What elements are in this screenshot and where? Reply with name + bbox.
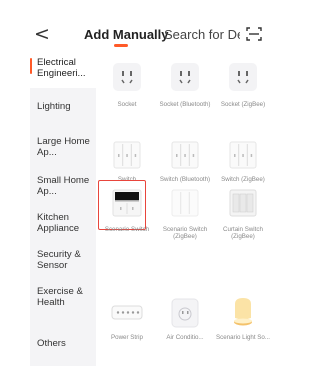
air-conditioner-plug-icon	[171, 298, 199, 328]
wall-switch-icon	[113, 141, 141, 169]
sidebar-item-electrical-engineering[interactable]: Electrical Engineeri...	[30, 57, 96, 79]
tab-add-manually[interactable]: Add Manually	[84, 27, 169, 42]
grid-item-label: Air Conditio...	[166, 334, 204, 341]
grid-item-label: Scenario Light So...	[216, 334, 271, 341]
scenario-switch-icon	[171, 189, 199, 217]
socket-plug-icon	[171, 63, 199, 91]
sidebar-item-small-home-appliances[interactable]: Small Home Ap...	[30, 175, 96, 197]
sidebar-item-security-sensor[interactable]: Security & Sensor	[30, 249, 96, 271]
grid-item-label: Power Strip	[111, 334, 143, 341]
socket-plug-icon	[113, 63, 141, 91]
grid-item-label: Scenario Switch	[104, 226, 150, 233]
sidebar-item-large-home-appliances[interactable]: Large Home Ap...	[30, 136, 96, 158]
scenario-switch-icon	[112, 189, 142, 217]
tab-search-for-devices[interactable]: Search for Devi	[164, 27, 240, 42]
grid-item-label: Socket (ZigBee)	[220, 101, 266, 108]
sidebar-item-kitchen-appliance[interactable]: Kitchen Appliance	[30, 212, 96, 234]
grid-item-label: Socket (Bluetooth)	[159, 101, 211, 108]
sidebar-item-others[interactable]: Others	[30, 338, 96, 349]
scan-icon[interactable]	[246, 26, 262, 42]
grid-item-label: Scenario Switch (ZigBee)	[162, 226, 208, 241]
grid-item-label: Switch (ZigBee)	[221, 176, 265, 183]
curtain-switch-icon	[229, 189, 257, 217]
tab-active-indicator	[114, 44, 128, 47]
light-socket-icon	[234, 298, 252, 326]
power-strip-icon	[111, 305, 143, 320]
wall-switch-icon	[171, 141, 199, 169]
grid-item-label: Curtain Switch (ZigBee)	[223, 226, 263, 241]
wall-switch-icon	[229, 141, 257, 169]
sidebar-item-lighting[interactable]: Lighting	[30, 101, 96, 112]
category-sidebar: Electrical Engineeri... Lighting Large H…	[30, 50, 96, 366]
sidebar-item-exercise-health[interactable]: Exercise & Health	[30, 286, 96, 308]
grid-item-label: Switch (Bluetooth)	[159, 176, 211, 183]
device-grid: Socket Socket (Bluetooth) Socket (ZigBee…	[96, 50, 274, 366]
grid-item-label: Socket	[117, 101, 137, 108]
socket-plug-icon	[229, 63, 257, 91]
back-icon[interactable]: <	[34, 25, 52, 44]
top-bar: < Add Manually Search for Devi	[0, 0, 274, 56]
